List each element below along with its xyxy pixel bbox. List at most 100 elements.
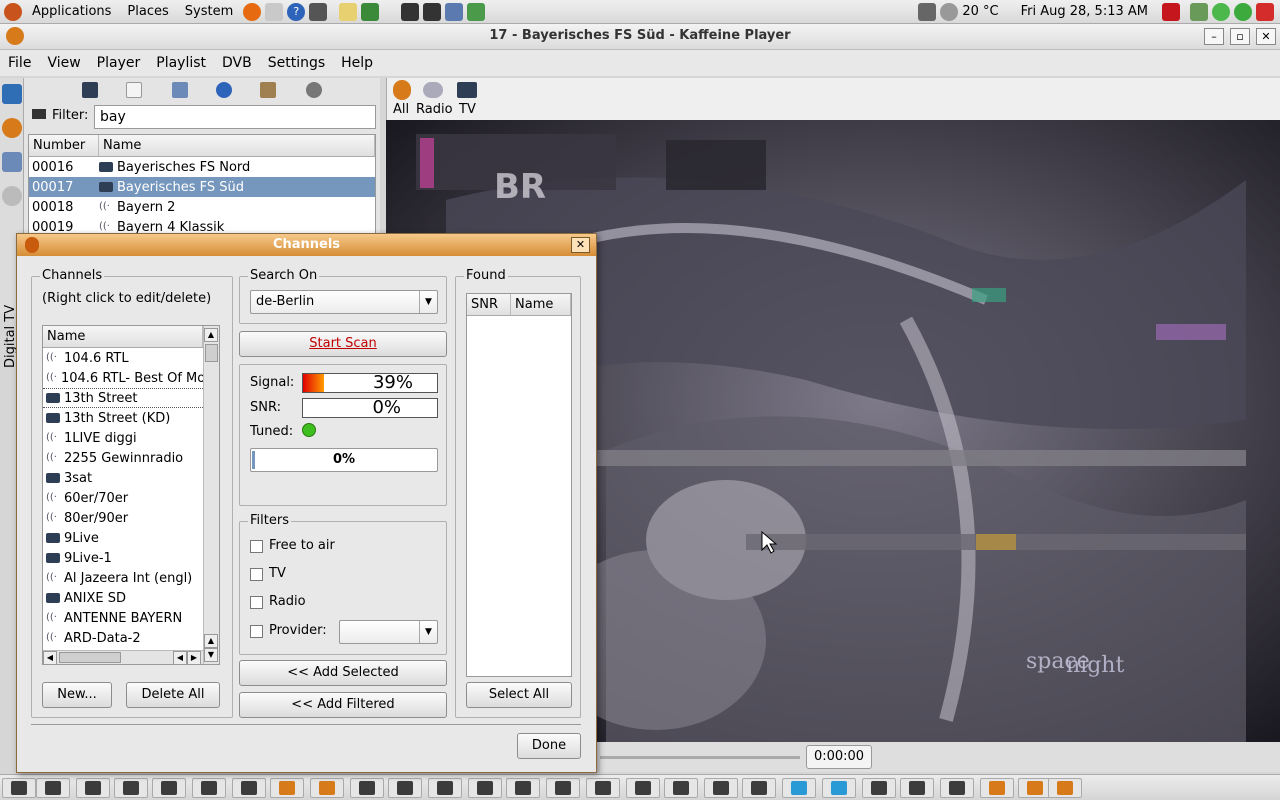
menu-player[interactable]: Player [89,55,149,71]
taskbar-window-button[interactable] [704,778,738,798]
channel-list-item[interactable]: 13th Street (KD) [43,408,203,428]
col-number[interactable]: Number [29,135,99,156]
radio-checkbox[interactable] [250,596,263,609]
channels-list[interactable]: Name ((· 104.6 RTL ((· 104.6 RTL- Best Of M… [42,325,220,665]
taskbar-window-button[interactable] [468,778,502,798]
tab-radio[interactable]: Radio [416,102,453,117]
taskbar-window-button[interactable] [664,778,698,798]
tab-all[interactable]: All [393,102,409,117]
add-filtered-button[interactable]: << Add Filtered [239,692,447,718]
taskbar-window-button[interactable] [232,778,266,798]
clock[interactable]: Fri Aug 28, 5:13 AM [1009,4,1160,19]
radio-source-icon[interactable] [423,82,443,98]
info-icon[interactable] [216,82,232,98]
terminal-launcher-icon[interactable] [401,2,420,21]
help-launcher-icon[interactable]: ? [287,2,306,21]
temperature[interactable]: 20 °C [960,4,1008,19]
col-name[interactable]: Name [99,135,375,156]
tv-icon[interactable] [82,82,98,98]
done-button[interactable]: Done [517,733,581,759]
taskbar-window-button[interactable] [1018,778,1052,798]
taskbar-window-button[interactable] [626,778,660,798]
taskbar-window-button[interactable] [36,778,70,798]
taskbar-window-button[interactable] [586,778,620,798]
tray-update-icon[interactable] [1234,2,1252,21]
list-icon[interactable] [172,82,188,98]
maximize-button[interactable]: ▫ [1230,28,1250,45]
scroll-thumb[interactable] [205,344,218,362]
screenshot-launcher-icon[interactable] [309,2,328,21]
tray-app-icon[interactable] [1190,2,1208,21]
channel-list-item[interactable]: ((· 1LIVE diggi [43,428,203,448]
source-select[interactable]: de-Berlin ▼ [250,290,438,314]
tray-download-icon[interactable] [1256,2,1274,21]
scroll-down-icon[interactable]: ▲ [204,634,218,648]
found-list[interactable]: SNR Name [466,293,572,677]
mail-launcher-icon[interactable] [265,2,284,21]
taskbar-window-button[interactable] [980,778,1014,798]
channel-list-item[interactable]: ANIXE SD [43,588,203,608]
ubuntu-logo-icon[interactable] [4,2,22,21]
taskbar-window-button[interactable] [310,778,344,798]
col-found-name[interactable]: Name [511,294,571,315]
audiocd-tab-icon[interactable] [2,186,22,206]
channel-list-item[interactable]: 9Live [43,528,203,548]
taskbar-window-button[interactable] [76,778,110,798]
minimize-button[interactable]: – [1204,28,1224,45]
taskbar-window-button[interactable] [428,778,462,798]
taskbar-window-button[interactable] [388,778,422,798]
free-to-air-checkbox[interactable] [250,540,263,553]
menu-dvb[interactable]: DVB [214,55,260,71]
col-channel-name[interactable]: Name [43,326,203,347]
window-titlebar[interactable]: 17 - Bayerisches FS Süd - Kaffeine Playe… [0,24,1280,50]
new-channel-button[interactable]: New... [42,682,112,708]
clear-filter-icon[interactable] [32,109,46,119]
channel-list-item[interactable]: ((· 104.6 RTL- Best Of Mo [43,368,203,388]
scroll-right-icon[interactable]: ◀ [173,651,187,664]
menu-playlist[interactable]: Playlist [148,55,214,71]
menu-view[interactable]: View [39,55,88,71]
taskbar-window-button[interactable] [900,778,934,798]
shutdown-icon[interactable] [1162,2,1180,21]
taskbar-window-button[interactable] [1048,778,1082,798]
taskbar-window-button[interactable] [546,778,580,798]
channel-list-item[interactable]: ((· 80er/90er [43,508,203,528]
channel-list-item[interactable]: ((· ANTENNE BAYERN [43,608,203,628]
tray-green-icon[interactable] [1212,2,1230,21]
dialog-titlebar[interactable]: Channels ✕ [17,234,596,256]
taskbar-window-button[interactable] [350,778,384,798]
player-tab-icon[interactable] [2,118,22,138]
tab-tv[interactable]: TV [459,102,476,117]
taskbar-window-button[interactable] [2,778,36,798]
all-sources-icon[interactable] [393,80,411,100]
playlist-row[interactable]: 00016 Bayerisches FS Nord [29,157,375,177]
system-menu[interactable]: System [177,4,241,19]
channel-list-item[interactable]: 9Live-1 [43,548,203,568]
taskbar-window-button[interactable] [940,778,974,798]
filter-input[interactable] [94,105,376,129]
settings-tool-icon[interactable] [260,82,276,98]
places-menu[interactable]: Places [119,4,176,19]
taskbar-window-button[interactable] [782,778,816,798]
channel-list-item[interactable]: ((· ARD-Data-2 [43,628,203,648]
menu-settings[interactable]: Settings [260,55,333,71]
playlist-tab-icon[interactable] [2,152,22,172]
tv-source-icon[interactable] [457,82,477,98]
scroll-left-icon[interactable]: ◀ [43,651,57,664]
hscroll-thumb[interactable] [59,652,121,663]
select-all-button[interactable]: Select All [466,682,572,708]
taskbar-window-button[interactable] [506,778,540,798]
edit-launcher-icon[interactable] [445,2,464,21]
channel-list-item[interactable]: ((· Al Jazeera Int (engl) [43,568,203,588]
page-icon[interactable] [126,82,142,98]
playlist-row[interactable]: 00017 Bayerisches FS Süd [29,177,375,197]
close-button[interactable]: ✕ [1256,28,1276,45]
app-launcher-icon[interactable] [467,2,486,21]
taskbar-window-button[interactable] [862,778,896,798]
taskbar-window-button[interactable] [152,778,186,798]
col-snr[interactable]: SNR [467,294,511,315]
menu-file[interactable]: File [0,55,39,71]
weather-icon[interactable] [940,2,959,21]
playlist-row[interactable]: 00018 ((· Bayern 2 [29,197,375,217]
channels-vscrollbar[interactable]: ▲ ▲ ▼ [203,326,219,664]
